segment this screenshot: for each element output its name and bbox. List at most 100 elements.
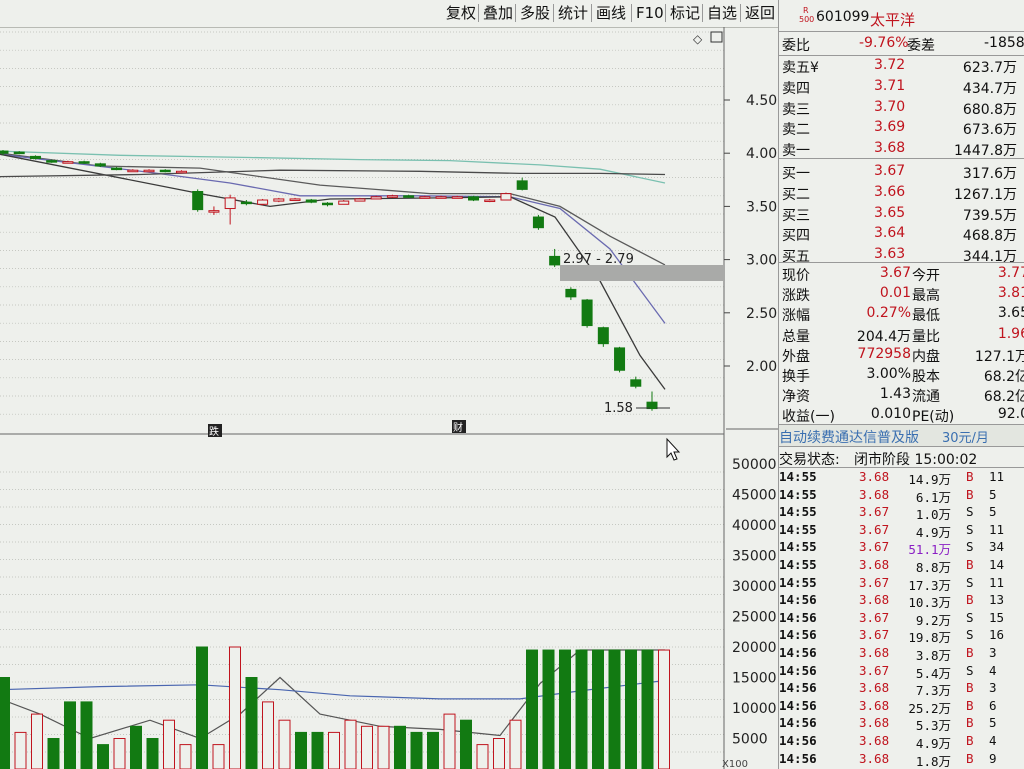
candle-body[interactable] (46, 160, 58, 163)
candle-body[interactable] (419, 196, 431, 199)
volume-bar[interactable] (0, 677, 10, 769)
mark-button[interactable]: 标记 (668, 3, 702, 23)
volume-bar[interactable] (559, 649, 571, 769)
candle-body[interactable] (581, 299, 593, 327)
volume-bar[interactable] (163, 719, 175, 769)
volume-bar[interactable] (212, 744, 225, 769)
volume-bar[interactable] (608, 649, 621, 769)
volume-bar[interactable] (641, 649, 654, 769)
candle-body[interactable] (468, 196, 480, 201)
candle-body[interactable] (322, 202, 333, 206)
volume-bar[interactable] (509, 719, 522, 769)
volume-bar[interactable] (526, 649, 538, 769)
volume-bar[interactable] (344, 719, 357, 769)
volume-bar[interactable] (229, 646, 241, 769)
candle-body[interactable] (273, 198, 285, 202)
volume-bar[interactable] (658, 649, 670, 769)
candle-body[interactable] (224, 197, 236, 210)
volume-bar[interactable] (460, 719, 472, 769)
volume-bar[interactable] (47, 738, 60, 769)
candle-body[interactable] (62, 161, 74, 164)
volume-bar[interactable] (97, 744, 109, 769)
tick-row[interactable]: 14:56 3.68 1.8万 B 9 (779, 750, 1024, 769)
volume-bar[interactable] (394, 725, 406, 769)
volume-bar[interactable] (262, 701, 274, 769)
tick-row[interactable]: 14:55 3.68 8.8万 B 14 (779, 556, 1024, 575)
volume-bar[interactable] (493, 738, 505, 769)
candle-body[interactable] (435, 196, 447, 199)
volume-bar[interactable] (328, 731, 340, 769)
bid-row[interactable]: 买四 3.64 468.8万 (779, 223, 1024, 244)
volume-bar[interactable] (427, 731, 439, 769)
candle-body[interactable] (370, 196, 382, 200)
candle-body[interactable] (305, 199, 317, 203)
volume-bar[interactable] (476, 744, 489, 769)
volume-bar[interactable] (443, 713, 456, 769)
tick-row[interactable]: 14:56 3.68 7.3万 B 3 (779, 679, 1024, 698)
candle-body[interactable] (29, 155, 41, 160)
candle-body[interactable] (208, 210, 220, 213)
candle-body[interactable] (484, 199, 496, 203)
volume-bar[interactable] (625, 649, 637, 769)
volume-bar[interactable] (245, 677, 258, 769)
ask-row[interactable]: 卖一 3.68 1447.8万 (779, 138, 1024, 159)
tick-row[interactable]: 14:56 3.68 3.8万 B 3 (779, 644, 1024, 663)
tick-row[interactable]: 14:55 3.67 51.1万 S 34 (779, 538, 1024, 557)
volume-bar[interactable] (113, 738, 126, 769)
restore-rights-button[interactable]: 复权 (444, 3, 478, 23)
candle-body[interactable] (111, 167, 123, 171)
tick-row[interactable]: 14:55 3.67 4.9万 S 11 (779, 521, 1024, 540)
ask-row[interactable]: 卖四 3.71 434.7万 (779, 76, 1024, 97)
tick-row[interactable]: 14:55 3.68 6.1万 B 5 (779, 486, 1024, 505)
back-button[interactable]: 返回 (743, 3, 777, 23)
tick-row[interactable]: 14:56 3.68 5.3万 B 5 (779, 714, 1024, 733)
candle-body[interactable] (565, 288, 577, 298)
draw-line-button[interactable]: 画线 (594, 3, 628, 23)
candle-body[interactable] (13, 151, 25, 155)
candle-body[interactable] (159, 169, 171, 173)
candle-body[interactable] (94, 163, 106, 167)
candle-body[interactable] (532, 216, 544, 229)
candle-body[interactable] (257, 199, 269, 205)
volume-bar[interactable] (311, 731, 324, 769)
volume-bar[interactable] (361, 725, 373, 769)
add-watchlist-button[interactable]: 自选 (705, 3, 739, 23)
candle-body[interactable] (192, 191, 204, 211)
ask-row[interactable]: 卖三 3.70 680.8万 (779, 97, 1024, 118)
ask-row[interactable]: 卖二 3.69 673.6万 (779, 117, 1024, 138)
volume-bar[interactable] (295, 731, 307, 769)
candle-body[interactable] (549, 255, 561, 266)
volume-bar[interactable] (278, 719, 291, 769)
tick-row[interactable]: 14:56 3.67 9.2万 S 15 (779, 609, 1024, 628)
volume-bar[interactable] (196, 646, 208, 769)
candle-body[interactable] (630, 379, 642, 387)
ask-row[interactable]: 卖五¥ 3.72 623.7万 (779, 55, 1024, 76)
tick-row[interactable]: 14:55 3.67 1.0万 S 5 (779, 503, 1024, 522)
volume-bar[interactable] (80, 701, 93, 769)
candle-body[interactable] (516, 180, 528, 190)
candle-body[interactable] (451, 196, 463, 199)
candle-body[interactable] (354, 198, 366, 202)
volume-bar[interactable] (31, 713, 43, 769)
volume-bar[interactable] (14, 731, 27, 769)
tick-row[interactable]: 14:56 3.67 19.8万 S 16 (779, 626, 1024, 645)
tick-row[interactable]: 14:55 3.68 14.9万 B 11 (779, 468, 1024, 487)
multi-stock-button[interactable]: 多股 (518, 3, 552, 23)
candle-body[interactable] (240, 201, 252, 205)
candle-body[interactable] (289, 198, 301, 201)
volume-bar[interactable] (146, 738, 159, 769)
diamond-icon[interactable]: ◇ (693, 32, 703, 46)
candle-body[interactable] (0, 150, 9, 154)
maximize-icon[interactable] (710, 31, 723, 43)
f10-button[interactable]: F10 (634, 3, 666, 23)
bid-row[interactable]: 买一 3.67 317.6万 (779, 161, 1024, 182)
chart-svg[interactable]: 4.50 4.00 3.50 3.00 2.50 2.00 50000 45000 40000 3… (0, 27, 778, 769)
volume-bar[interactable] (592, 649, 604, 769)
service-banner[interactable]: 自动续费通达信普及版 30元/月 (779, 425, 1024, 446)
candle-body[interactable] (175, 170, 187, 174)
candle-body[interactable] (403, 195, 415, 198)
candle-body[interactable] (78, 161, 90, 164)
volume-bar[interactable] (377, 725, 390, 769)
volume-bar[interactable] (410, 731, 423, 769)
tick-row[interactable]: 14:56 3.68 4.9万 B 4 (779, 732, 1024, 751)
